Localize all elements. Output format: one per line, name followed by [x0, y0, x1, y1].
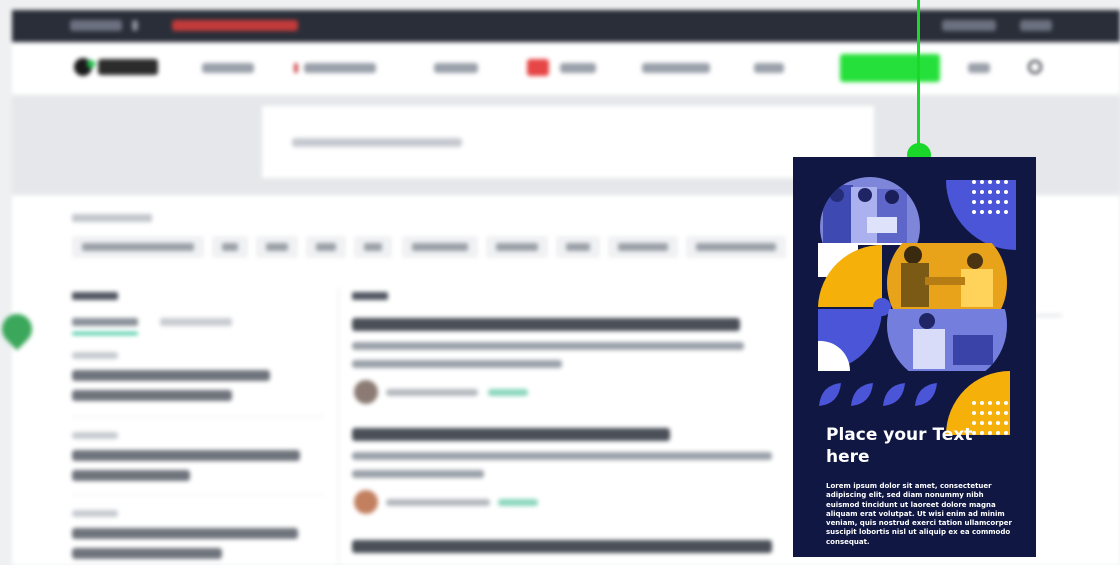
news-item-title[interactable]	[72, 450, 300, 461]
topbar-register-link[interactable]	[942, 20, 996, 31]
tag-chip[interactable]	[556, 236, 600, 258]
nav-cta-button[interactable]	[840, 54, 940, 82]
articles-column-heading	[352, 292, 388, 300]
divider	[72, 494, 324, 495]
search-box[interactable]	[262, 106, 874, 178]
avatar[interactable]	[354, 380, 378, 404]
tag-chip[interactable]	[686, 236, 786, 258]
article-excerpt	[352, 342, 744, 350]
top-bar	[12, 10, 1120, 42]
ad-title: Place your Text here	[826, 425, 973, 467]
tab-primary-underline	[72, 332, 138, 335]
article-title[interactable]	[352, 540, 772, 553]
nav-item-1[interactable]	[202, 63, 254, 73]
tag-chip[interactable]	[212, 236, 248, 258]
nav-item-5[interactable]	[642, 63, 710, 73]
main-navbar	[12, 44, 1120, 94]
news-item-title[interactable]	[72, 470, 190, 481]
photo-team-laptop	[820, 177, 920, 243]
article-excerpt	[352, 360, 562, 368]
logo-wordmark[interactable]	[98, 59, 158, 75]
search-placeholder	[292, 138, 462, 147]
ad-body-text: Lorem ipsum dolor sit amet, consectetuer…	[826, 482, 1012, 546]
nav-item-3[interactable]	[434, 63, 478, 73]
news-item-category	[72, 352, 118, 359]
nav-video-badge	[527, 59, 549, 76]
tag-chip[interactable]	[608, 236, 678, 258]
article-author[interactable]	[386, 389, 478, 396]
article-excerpt	[352, 452, 772, 460]
tag-chip[interactable]	[402, 236, 478, 258]
tag-chip[interactable]	[486, 236, 548, 258]
article-author[interactable]	[386, 499, 490, 506]
ad-banner[interactable]: Place your Text here Lorem ipsum dolor s…	[793, 157, 1036, 557]
news-column-heading	[72, 292, 118, 300]
topbar-alert-link[interactable]	[172, 20, 298, 31]
tag-chip[interactable]	[256, 236, 298, 258]
divider	[72, 416, 324, 417]
photo-office	[887, 309, 1007, 371]
logo-icon[interactable]	[74, 58, 95, 76]
news-item-title[interactable]	[72, 528, 298, 539]
article-date	[498, 499, 538, 506]
news-item-title[interactable]	[72, 390, 232, 401]
topbar-login-link[interactable]	[1020, 20, 1052, 31]
nav-item-4[interactable]	[560, 63, 596, 73]
article-title[interactable]	[352, 318, 740, 331]
column-divider	[338, 288, 339, 565]
tag-chip[interactable]	[354, 236, 392, 258]
photo-handshake	[887, 243, 1007, 309]
topbar-city-selector[interactable]	[70, 20, 122, 31]
avatar[interactable]	[354, 490, 378, 514]
nav-item-2[interactable]	[304, 63, 376, 73]
news-item-title[interactable]	[72, 548, 222, 559]
article-excerpt	[352, 470, 484, 478]
popular-tags-heading	[72, 214, 152, 222]
nav-item-7[interactable]	[968, 63, 990, 73]
search-icon[interactable]	[1028, 60, 1042, 74]
news-item-category	[72, 432, 118, 439]
ad-illustration	[818, 177, 1016, 435]
nav-item-6[interactable]	[754, 63, 784, 73]
article-date	[488, 389, 528, 396]
leaf-row	[819, 383, 937, 406]
tag-chip[interactable]	[306, 236, 346, 258]
news-item-title[interactable]	[72, 370, 270, 381]
tab-secondary[interactable]	[160, 318, 232, 326]
news-item-category	[72, 510, 118, 517]
tab-primary[interactable]	[72, 318, 138, 326]
chevron-down-icon	[132, 20, 138, 31]
nav-item-2-marker	[294, 63, 298, 73]
ad-pointer-line	[917, 0, 920, 155]
tag-chip[interactable]	[72, 236, 204, 258]
article-title[interactable]	[352, 428, 670, 441]
